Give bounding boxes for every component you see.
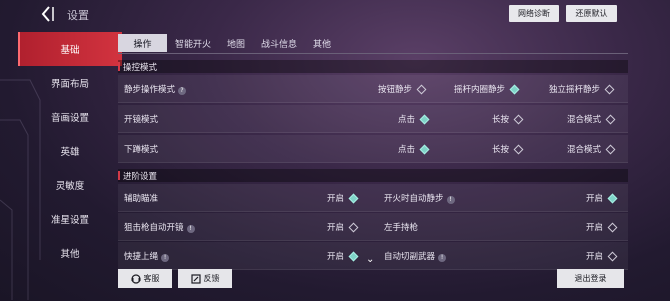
- toggle-quick-rope[interactable]: 开启: [327, 250, 359, 262]
- info-icon[interactable]: !: [161, 254, 170, 262]
- feedback-label: 反馈: [203, 274, 220, 283]
- reset-default-button[interactable]: 还原默认: [566, 5, 617, 22]
- sidebar-item-basic[interactable]: 基础: [18, 32, 122, 66]
- sidebar-item-crosshair[interactable]: 准星设置: [18, 202, 122, 236]
- option-mixed[interactable]: 混合模式: [567, 143, 616, 155]
- radio-off-icon: [513, 114, 524, 124]
- row-crouch-mode: 下蹲模式 点击 长按 混合模式: [118, 135, 628, 163]
- tab-divider: [118, 53, 628, 54]
- toggle-fire-auto-walk[interactable]: 开启: [586, 192, 618, 204]
- tab-bar: 操作 智能开火 地图 战斗信息 其他: [118, 34, 339, 52]
- info-icon[interactable]: ?: [178, 87, 187, 95]
- option-joystick-inner-walk[interactable]: 摇杆内圈静步: [454, 83, 520, 95]
- option-tap[interactable]: 点击: [398, 143, 430, 155]
- setting-aim-assist: 辅助瞄准 开启: [118, 184, 373, 212]
- row-advanced-2: 狙击枪自动开镜! 开启 左手持枪 开启: [118, 213, 628, 241]
- row-label: 下蹲模式: [124, 145, 159, 155]
- back-button[interactable]: [40, 4, 64, 24]
- option-independent-joystick-walk[interactable]: 独立摇杆静步: [549, 83, 615, 95]
- sidebar-item-hero[interactable]: 英雄: [18, 134, 122, 168]
- setting-label: 开火时自动静步!: [384, 192, 455, 204]
- option-mixed[interactable]: 混合模式: [567, 113, 616, 125]
- setting-quick-rope: 快捷上绳! 开启: [118, 242, 373, 270]
- radio-on-icon: [419, 144, 430, 154]
- sidebar-item-sensitivity[interactable]: 灵敏度: [18, 168, 122, 202]
- info-icon[interactable]: !: [186, 225, 195, 233]
- toggle-off-icon: [348, 222, 359, 232]
- toggle-auto-switch-secondary[interactable]: 开启: [586, 250, 618, 262]
- setting-label: 狙击枪自动开镜!: [124, 221, 195, 233]
- toggle-on-icon: [607, 193, 618, 203]
- row-label: 静步操作模式?: [124, 83, 187, 95]
- radio-off-icon: [416, 84, 427, 94]
- setting-sniper-auto-scope: 狙击枪自动开镜! 开启: [118, 213, 373, 241]
- row-scope-mode: 开镜模式 点击 长按 混合模式: [118, 105, 628, 133]
- toggle-on-icon: [348, 193, 359, 203]
- setting-fire-auto-walk: 开火时自动静步! 开启: [378, 184, 633, 212]
- tab-operation[interactable]: 操作: [118, 34, 167, 52]
- headset-icon: [130, 273, 141, 284]
- row-label: 开镜模式: [124, 115, 159, 125]
- option-tap[interactable]: 点击: [398, 113, 430, 125]
- radio-off-icon: [605, 144, 616, 154]
- tab-map[interactable]: 地图: [219, 34, 253, 52]
- setting-label: 自动切副武器!: [384, 250, 447, 262]
- network-diagnose-button[interactable]: 网络诊断: [509, 5, 559, 22]
- row-walk-mode: 静步操作模式? 按钮静步 摇杆内圈静步 独立摇杆静步: [118, 75, 628, 103]
- customer-service-button[interactable]: 客服: [118, 269, 172, 288]
- tab-combat-info[interactable]: 战斗信息: [253, 34, 305, 52]
- toggle-aim-assist[interactable]: 开启: [327, 192, 359, 204]
- radio-off-icon: [604, 84, 615, 94]
- service-label: 客服: [143, 274, 160, 283]
- radio-on-icon: [419, 114, 430, 124]
- page-title: 设置: [67, 9, 89, 22]
- header: 设置 网络诊断 还原默认: [0, 0, 670, 30]
- setting-label: 快捷上绳!: [124, 250, 170, 262]
- section-header-advanced: 进阶设置: [118, 169, 628, 182]
- tab-smart-fire[interactable]: 智能开火: [167, 34, 219, 52]
- section-header-control: 操控模式: [118, 60, 628, 73]
- chevron-down-icon[interactable]: ⌄: [366, 254, 374, 265]
- setting-label: 辅助瞄准: [124, 194, 159, 204]
- toggle-on-icon: [348, 251, 359, 261]
- back-arrow-icon: [41, 6, 54, 22]
- option-button-walk[interactable]: 按钮静步: [378, 83, 427, 95]
- sidebar-nav: 基础 界面布局 音画设置 英雄 灵敏度 准星设置 其他: [18, 32, 122, 270]
- setting-left-hand: 左手持枪 开启: [378, 213, 633, 241]
- setting-auto-switch-secondary: 自动切副武器! 开启: [378, 242, 633, 270]
- info-icon[interactable]: !: [438, 254, 447, 262]
- sidebar-item-other[interactable]: 其他: [18, 236, 122, 270]
- option-hold[interactable]: 长按: [492, 113, 524, 125]
- toggle-off-icon: [607, 222, 618, 232]
- setting-label: 左手持枪: [384, 223, 419, 233]
- toggle-left-hand[interactable]: 开启: [586, 221, 618, 233]
- sidebar-item-audio-video[interactable]: 音画设置: [18, 100, 122, 134]
- toggle-sniper-auto-scope[interactable]: 开启: [327, 221, 359, 233]
- logout-button[interactable]: 退出登录: [557, 269, 624, 288]
- option-hold[interactable]: 长按: [492, 143, 524, 155]
- info-icon[interactable]: !: [446, 196, 455, 204]
- toggle-off-icon: [607, 251, 618, 261]
- tab-other[interactable]: 其他: [305, 34, 339, 52]
- radio-off-icon: [605, 114, 616, 124]
- radio-off-icon: [513, 144, 524, 154]
- feedback-button[interactable]: 反馈: [178, 269, 232, 288]
- edit-icon: [190, 273, 201, 284]
- row-advanced-1: 辅助瞄准 开启 开火时自动静步! 开启: [118, 184, 628, 212]
- radio-on-icon: [509, 84, 520, 94]
- sidebar-item-layout[interactable]: 界面布局: [18, 66, 122, 100]
